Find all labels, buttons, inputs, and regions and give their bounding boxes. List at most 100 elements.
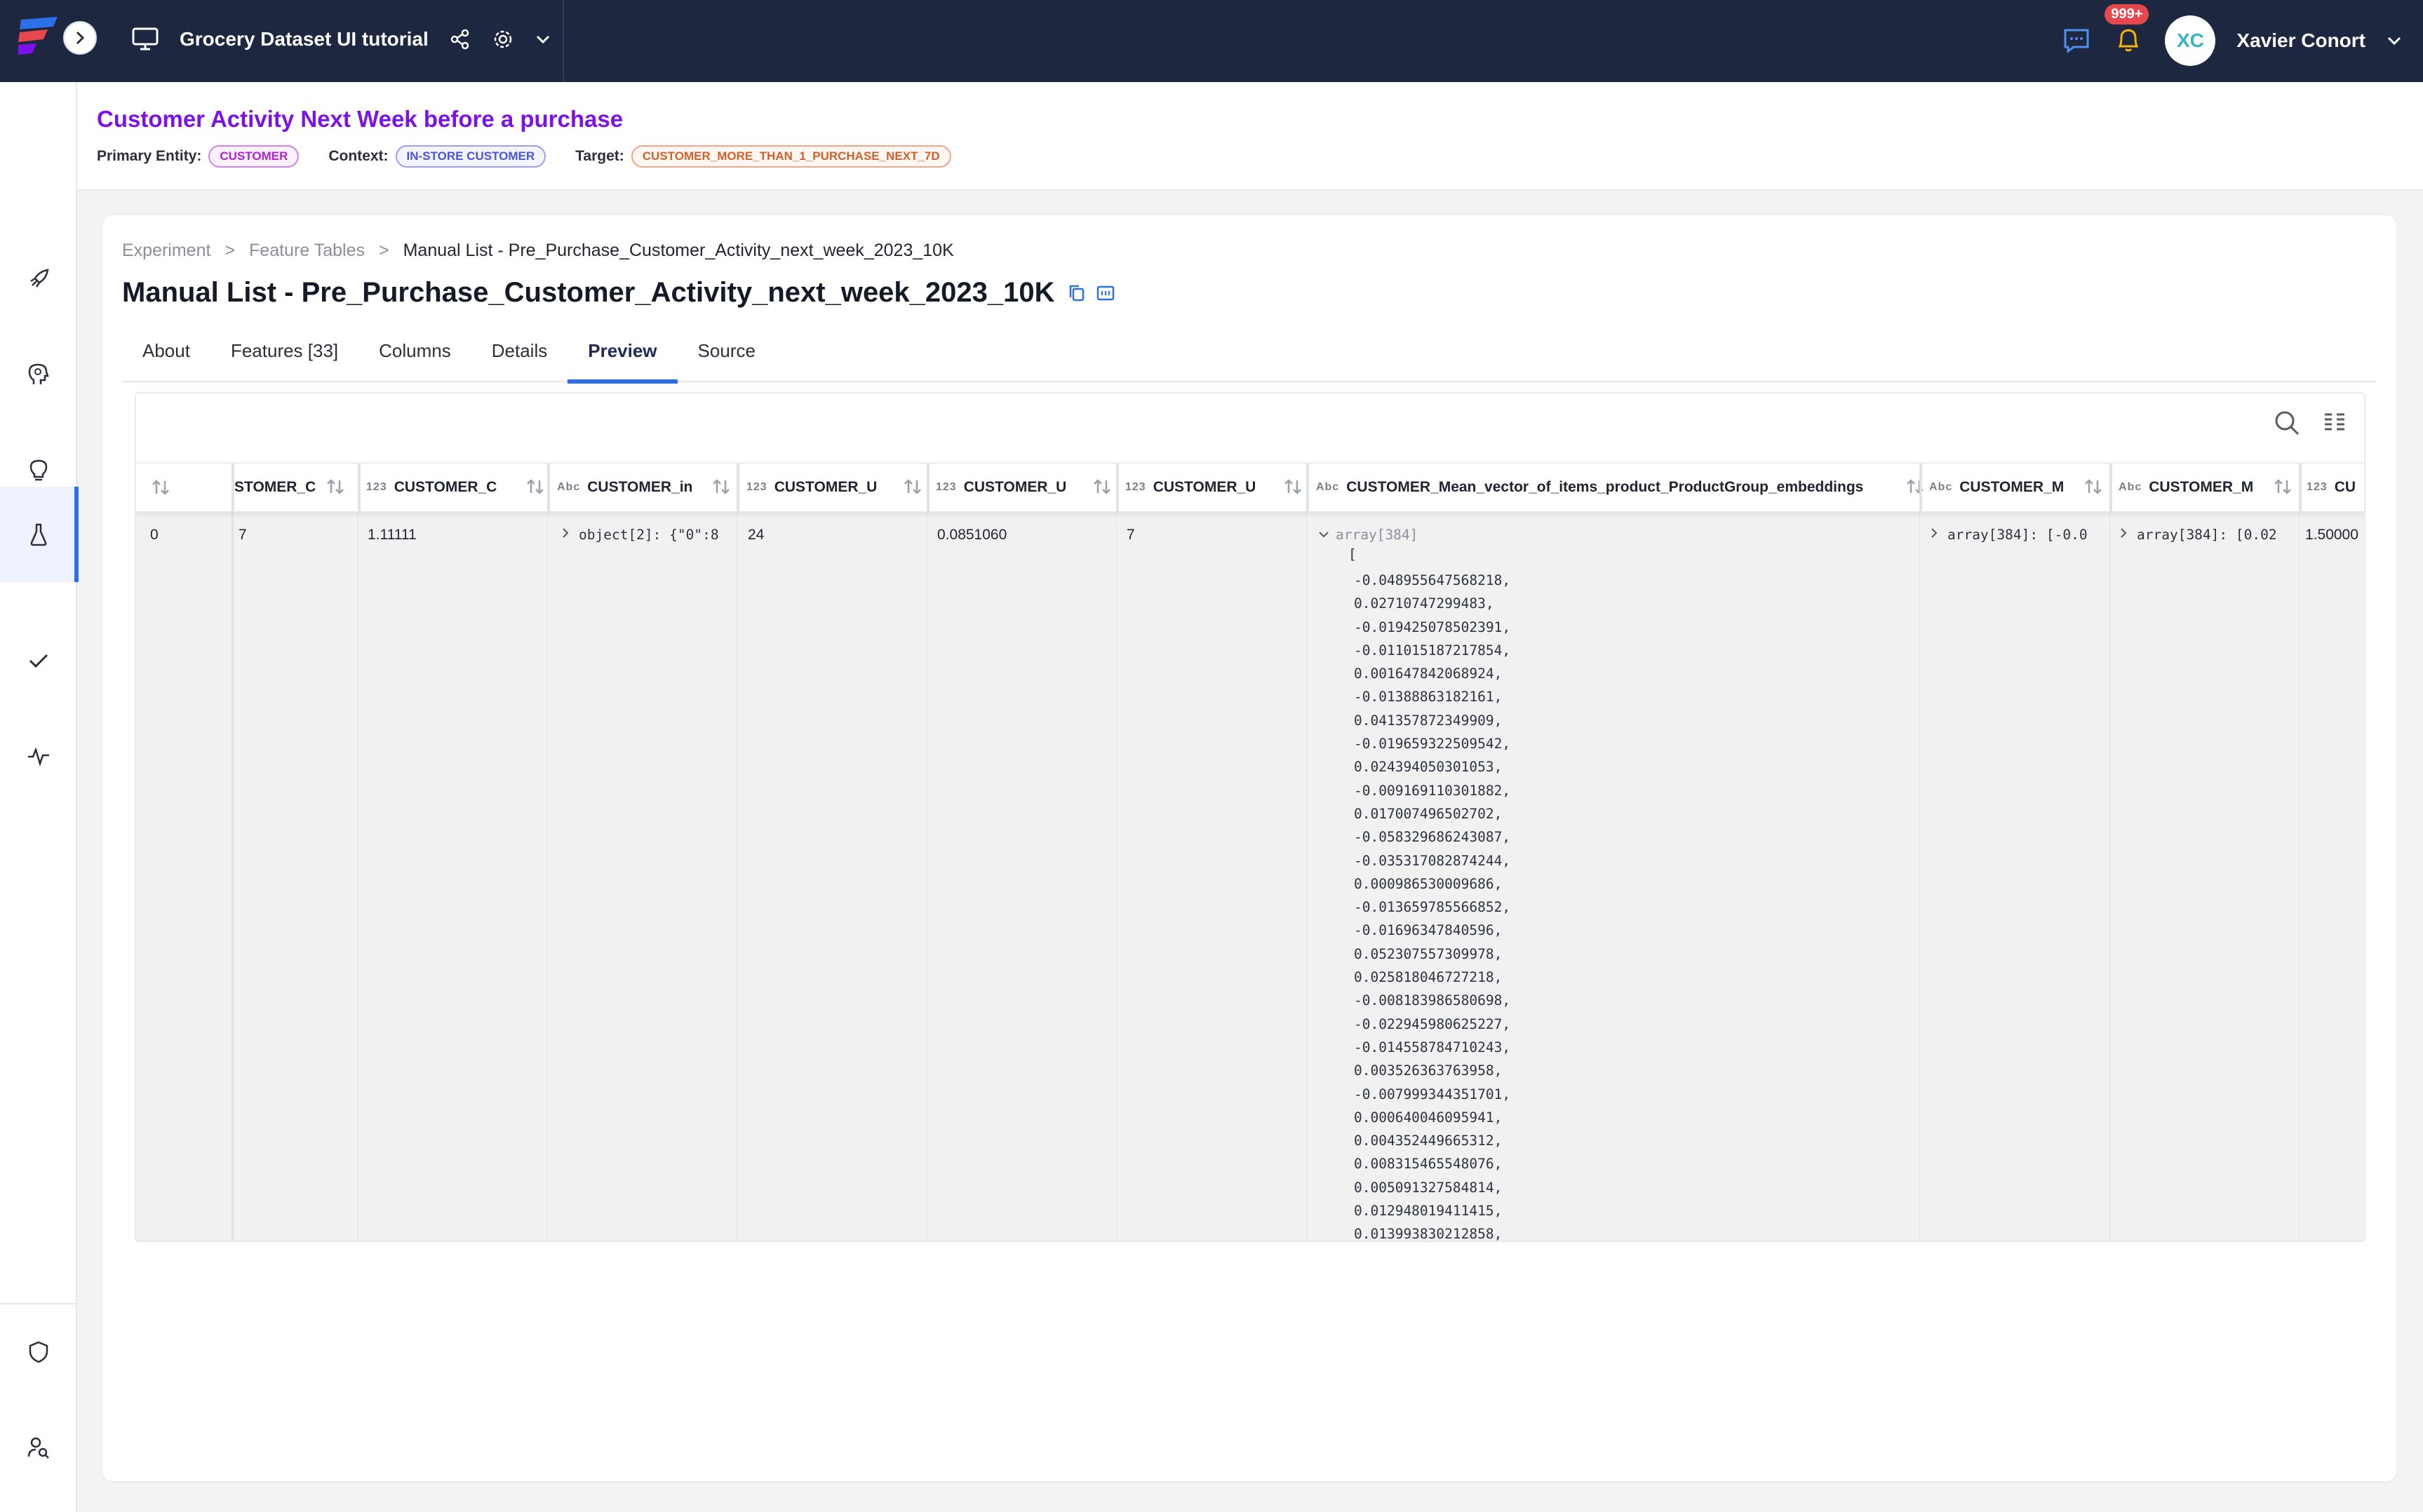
user-name[interactable]: Xavier Conort: [2236, 29, 2365, 52]
column-header-label: CUSTOMER_in: [587, 479, 693, 495]
nav-item-monitoring[interactable]: [0, 708, 77, 804]
breadcrumb-feature-tables[interactable]: Feature Tables: [249, 241, 365, 261]
column-separator[interactable]: [547, 464, 550, 511]
sidebar-toggle-button[interactable]: [63, 21, 97, 55]
sort-icon[interactable]: [1905, 478, 1926, 496]
activity-pulse-icon: [28, 747, 49, 767]
target-badge[interactable]: CUSTOMER_MORE_THAN_1_PURCHASE_NEXT_7D: [631, 145, 951, 168]
nav-item-knowledge[interactable]: [0, 327, 77, 422]
array-open-bracket: [: [1348, 546, 1357, 562]
primary-entity-badge[interactable]: CUSTOMER: [208, 145, 300, 168]
columns-settings-icon[interactable]: [2322, 409, 2347, 434]
sort-icon[interactable]: [325, 478, 346, 496]
preview-table[interactable]: STOMER_C 123 CUSTOMER_C Abc CUSTOMER_in …: [135, 392, 2365, 1242]
column-header-4[interactable]: 123 CUSTOMER_U: [746, 464, 927, 511]
breadcrumb-separator: >: [378, 241, 389, 260]
use-case-title[interactable]: Customer Activity Next Week before a pur…: [97, 106, 623, 133]
column-header-index[interactable]: [150, 464, 227, 511]
sort-icon[interactable]: [711, 478, 732, 496]
column-header-8[interactable]: Abc CUSTOMER_M: [1929, 464, 2108, 511]
table-row[interactable]: 0 7 1.11111 object[2]: {"0":8 24 0.08510…: [136, 513, 2364, 1241]
vector-value: 0.000986530009686,: [1354, 875, 1503, 892]
column-separator[interactable]: [737, 464, 739, 511]
cell: 24: [748, 527, 765, 543]
context-badge[interactable]: IN-STORE CUSTOMER: [395, 145, 546, 168]
column-separator[interactable]: [1306, 464, 1309, 511]
string-type-icon: Abc: [557, 481, 581, 493]
breadcrumb-experiment[interactable]: Experiment: [122, 241, 210, 261]
featurebyte-logo-icon[interactable]: [17, 15, 62, 56]
sort-icon[interactable]: [525, 478, 546, 496]
copy-icon[interactable]: [1068, 283, 1086, 303]
user-menu-chevron-icon[interactable]: [2387, 36, 2402, 46]
column-header-7[interactable]: Abc CUSTOMER_Mean_vector_of_items_produc…: [1316, 464, 1930, 511]
column-separator[interactable]: [927, 464, 929, 511]
breadcrumb-separator: >: [224, 241, 236, 260]
column-separator[interactable]: [231, 464, 234, 511]
chevron-right-icon: [76, 31, 85, 45]
vector-value: 0.041357872349909,: [1354, 712, 1503, 729]
cell-array-expanded[interactable]: array[384]: [1317, 527, 1879, 543]
column-header-5[interactable]: 123 CUSTOMER_U: [936, 464, 1117, 511]
vector-value: 0.052307557309978,: [1354, 945, 1503, 962]
sort-icon[interactable]: [2083, 478, 2104, 496]
collapse-chevron-icon[interactable]: [1317, 527, 1329, 543]
expand-chevron-icon[interactable]: [561, 527, 572, 543]
column-header-label: CUSTOMER_C: [394, 479, 497, 495]
id-card-icon[interactable]: [1096, 284, 1115, 302]
nav-item-rocket[interactable]: [0, 231, 77, 327]
breadcrumb-current: Manual List - Pre_Purchase_Customer_Acti…: [403, 241, 954, 260]
expand-chevron-icon[interactable]: [1929, 527, 1940, 543]
settings-gear-icon[interactable]: [492, 28, 514, 50]
numeric-type-icon: 123: [746, 481, 767, 493]
cell-object-preview: object[2]: {"0":8: [579, 527, 719, 543]
column-header-9[interactable]: Abc CUSTOMER_M: [2119, 464, 2297, 511]
column-separator[interactable]: [358, 464, 361, 511]
tab-features[interactable]: Features [33]: [210, 326, 358, 382]
tab-about[interactable]: About: [122, 326, 210, 382]
cell-array[interactable]: array[384]: [-0.0: [1929, 527, 2105, 543]
tab-columns[interactable]: Columns: [358, 326, 471, 382]
notifications-button[interactable]: 999+: [2105, 4, 2149, 57]
sort-icon[interactable]: [902, 478, 923, 496]
user-avatar[interactable]: XC: [2165, 15, 2216, 66]
share-icon[interactable]: [450, 29, 471, 50]
topbar-actions: 999+ XC Xavier Conort: [2062, 4, 2402, 67]
tab-preview[interactable]: Preview: [568, 326, 678, 384]
cell-array[interactable]: array[384]: [0.02: [2119, 527, 2294, 543]
column-header-1[interactable]: STOMER_C: [234, 464, 350, 511]
sort-icon[interactable]: [1092, 478, 1113, 496]
chevron-down-icon[interactable]: [535, 34, 551, 44]
flask-icon: [30, 523, 47, 546]
vector-value: -0.007999344351701,: [1354, 1086, 1511, 1102]
column-separator[interactable]: [2299, 464, 2302, 511]
vector-value: -0.048955647568218,: [1354, 572, 1511, 588]
column-separator[interactable]: [2109, 464, 2112, 511]
nav-item-experiment[interactable]: [0, 487, 79, 582]
string-type-icon: Abc: [1316, 481, 1340, 493]
sort-icon[interactable]: [1282, 478, 1303, 496]
vector-value: -0.01388863182161,: [1354, 689, 1503, 706]
project-selector[interactable]: Grocery Dataset UI tutorial: [132, 21, 551, 58]
vector-value: 0.005091327584814,: [1354, 1179, 1503, 1196]
feature-table-card: Experiment > Feature Tables > Manual Lis…: [102, 215, 2396, 1481]
vector-value: -0.035317082874244,: [1354, 852, 1511, 869]
nav-item-approval[interactable]: [0, 613, 77, 708]
column-header-10[interactable]: 123 CU: [2307, 464, 2364, 511]
column-separator[interactable]: [1116, 464, 1119, 511]
nav-item-security[interactable]: [0, 1304, 77, 1400]
tab-details[interactable]: Details: [471, 326, 568, 382]
column-header-6[interactable]: 123 CUSTOMER_U: [1125, 464, 1308, 511]
sort-icon[interactable]: [150, 478, 171, 497]
column-header-2[interactable]: 123 CUSTOMER_C: [366, 464, 550, 511]
sort-icon[interactable]: [2272, 478, 2293, 496]
vector-value: -0.019659322509542,: [1354, 736, 1511, 752]
expand-chevron-icon[interactable]: [2119, 527, 2130, 543]
search-icon[interactable]: [2273, 409, 2301, 437]
nav-item-user-search[interactable]: [0, 1400, 77, 1495]
column-separator[interactable]: [1919, 464, 1922, 511]
tab-source[interactable]: Source: [678, 326, 776, 382]
column-header-3[interactable]: Abc CUSTOMER_in: [557, 464, 736, 511]
cell-object[interactable]: object[2]: {"0":8: [561, 527, 729, 543]
chat-icon[interactable]: [2062, 27, 2090, 54]
